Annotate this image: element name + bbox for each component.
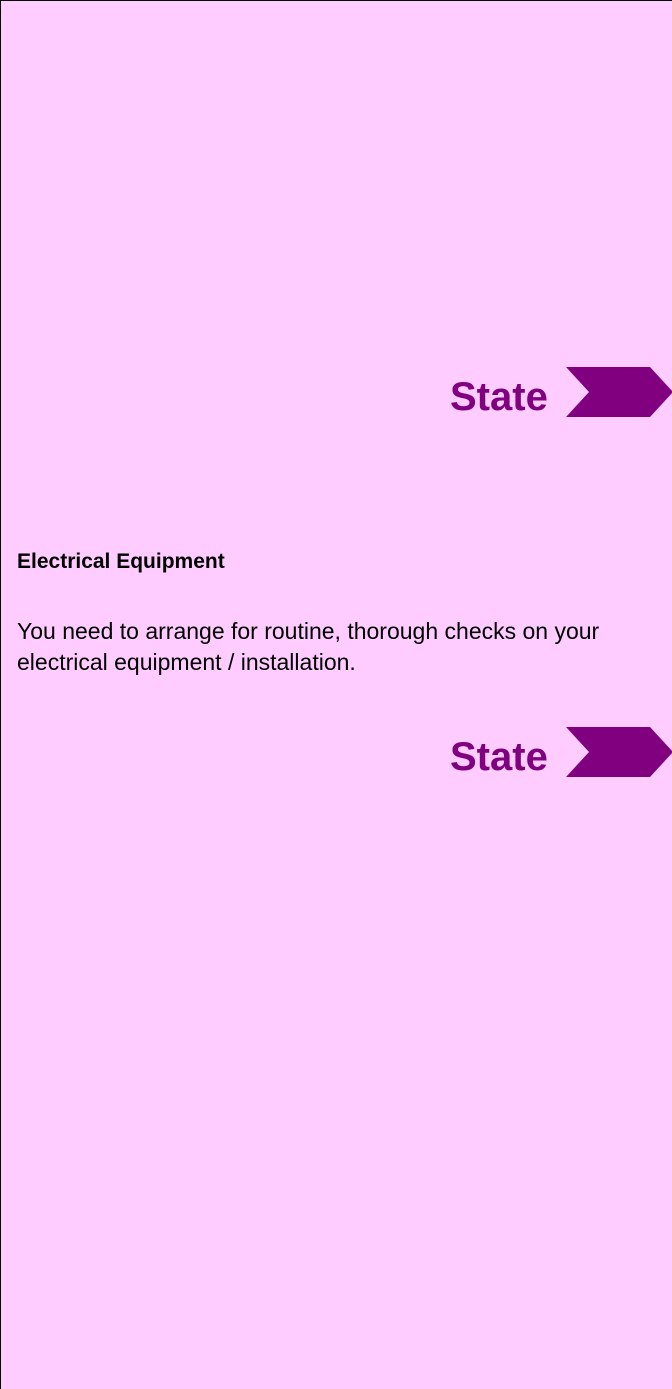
state-label: State <box>450 735 548 779</box>
state-label: State <box>450 375 548 419</box>
state-link-top[interactable]: State <box>450 367 672 427</box>
chevron-right-icon <box>566 727 672 777</box>
page: State Electrical Equipment You need to a… <box>0 0 672 1389</box>
section-heading: Electrical Equipment <box>17 550 225 573</box>
state-link-bottom[interactable]: State <box>450 727 672 787</box>
section-body: You need to arrange for routine, thoroug… <box>17 618 600 675</box>
chevron-right-icon <box>566 367 672 417</box>
